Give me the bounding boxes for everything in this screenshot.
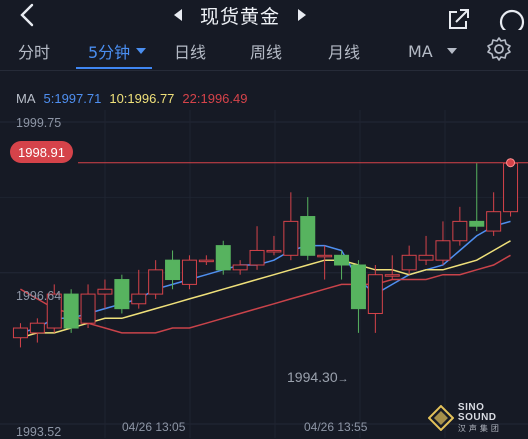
candle-up — [435, 240, 451, 261]
tab-label: 5分钟 — [88, 43, 131, 62]
ma22-value: 22:1996.49 — [182, 91, 248, 106]
tab-label: 周线 — [250, 43, 283, 62]
search-button[interactable] — [496, 6, 528, 35]
candle-down — [469, 220, 485, 227]
watermark-logo: SINO SOUND 汉声集团 — [428, 400, 526, 436]
candle-up — [12, 327, 28, 339]
tab-intraday[interactable]: 分时 — [18, 36, 50, 66]
x-tick-2: 04/26 13:55 — [304, 420, 368, 434]
dropdown-caret-icon — [446, 48, 457, 54]
tab-label: 日线 — [174, 43, 207, 62]
search-icon — [499, 9, 525, 35]
back-arrow-icon — [20, 3, 34, 27]
page-title: 现货黄金 — [199, 5, 280, 28]
candlestick-chart[interactable] — [0, 110, 528, 438]
candle-up — [452, 220, 468, 242]
gear-icon — [487, 37, 511, 61]
tab-label: 月线 — [328, 43, 361, 62]
settings-button[interactable] — [486, 36, 512, 62]
candle-up — [232, 264, 248, 271]
candle-down — [350, 264, 366, 310]
candle-up — [486, 211, 502, 232]
candle-up — [29, 322, 45, 334]
candle-up — [80, 293, 96, 324]
last-price-dot — [506, 158, 516, 168]
logo-subtitle: 汉声集团 — [457, 424, 502, 433]
tab-label: 分时 — [18, 43, 51, 62]
candle-up — [283, 220, 299, 256]
x-tick-1: 04/26 13:05 — [122, 420, 186, 434]
candle-down — [300, 216, 316, 256]
candle-up — [181, 259, 197, 285]
top-bar: 现货黄金 — [0, 0, 528, 35]
tab-monthly[interactable]: 月线 — [328, 36, 360, 66]
y-tick-bottom: 1993.52 — [16, 425, 62, 439]
share-icon — [449, 9, 469, 29]
back-button[interactable] — [14, 2, 42, 28]
last-price-tag: 1998.91 — [10, 141, 73, 163]
low-price-value: 1994.30 — [287, 369, 338, 385]
candle-up — [97, 288, 113, 295]
candle-up — [198, 259, 214, 263]
previous-instrument-icon[interactable] — [173, 9, 182, 21]
logo-diamond-icon — [428, 405, 454, 431]
ma10-value: 10:1996.77 — [109, 91, 175, 106]
tab-indicator-ma[interactable]: MA — [408, 36, 457, 66]
candle-down — [63, 293, 79, 329]
active-tab-indicator — [76, 67, 152, 69]
arrow-right-icon: → — [337, 373, 349, 385]
candle-up — [384, 274, 400, 277]
candle-down — [165, 259, 181, 281]
candle-up — [503, 162, 519, 213]
logo-text: SINO SOUND 汉声集团 — [458, 403, 526, 433]
candle-down — [215, 245, 231, 271]
dropdown-caret-icon — [136, 48, 147, 54]
candle-down — [114, 279, 130, 310]
y-tick-mid: 1996.64 — [16, 289, 62, 303]
ma-legend-title: MA — [16, 91, 36, 106]
candle-up — [148, 269, 164, 295]
candle-up — [131, 293, 147, 305]
share-button[interactable] — [446, 6, 472, 30]
ma-legend: MA 5:1997.71 10:1996.77 22:1996.49 — [16, 91, 248, 106]
tab-label: MA — [408, 41, 433, 61]
candle-up — [401, 254, 417, 271]
period-tabs: 分时 5分钟 日线 周线 月线 MA — [0, 30, 528, 71]
logo-name: SINO SOUND — [457, 402, 497, 423]
title-switcher: 现货黄金 — [150, 2, 330, 28]
tab-daily[interactable]: 日线 — [174, 36, 206, 66]
ma5-value: 5:1997.71 — [43, 91, 102, 106]
low-price-annotation: 1994.30→ — [287, 369, 349, 385]
tab-5min[interactable]: 5分钟 — [88, 36, 147, 66]
candle-down — [334, 254, 350, 266]
y-tick-top: 1999.75 — [16, 116, 62, 130]
candle-up — [418, 254, 434, 261]
candle-up — [266, 249, 282, 253]
candle-up — [367, 274, 383, 314]
tab-weekly[interactable]: 周线 — [250, 36, 282, 66]
candle-up — [249, 249, 265, 266]
candle-up — [317, 254, 333, 258]
next-instrument-icon[interactable] — [298, 9, 306, 21]
